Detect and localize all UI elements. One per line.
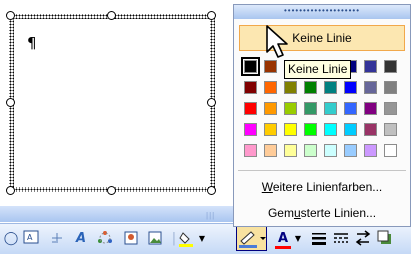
line-color-palette-popup: •••••••••••••••••••• Keine Linie Weitere… [233, 4, 411, 227]
color-swatch[interactable] [264, 81, 277, 94]
clipart-icon[interactable] [122, 230, 140, 248]
popup-drag-handle[interactable]: •••••••••••••••••••• [234, 5, 410, 19]
resize-handle-bottom-middle[interactable] [107, 186, 116, 195]
color-swatch[interactable] [304, 123, 317, 136]
color-swatch[interactable] [241, 57, 260, 76]
more-colors-access-key: W [261, 180, 273, 194]
no-line-button[interactable]: Keine Linie [239, 25, 405, 51]
patterned-label-start: Gem [267, 206, 294, 220]
more-line-colors-item[interactable]: Weitere Linienfarben... [234, 180, 410, 194]
color-swatch[interactable] [344, 144, 357, 157]
color-swatch[interactable] [344, 81, 357, 94]
color-swatch[interactable] [284, 123, 297, 136]
dash-style-icon[interactable] [332, 230, 350, 248]
color-swatch[interactable] [384, 60, 397, 73]
color-swatch[interactable] [344, 102, 357, 115]
mouse-pointer-icon [266, 25, 288, 58]
color-swatch[interactable] [384, 144, 397, 157]
resize-handle-middle-left[interactable] [6, 98, 15, 107]
color-swatch[interactable] [304, 102, 317, 115]
fill-color-icon[interactable] [178, 230, 196, 248]
color-swatch[interactable] [324, 123, 337, 136]
color-swatch[interactable] [384, 81, 397, 94]
menu-separator [238, 170, 406, 171]
color-swatch[interactable] [384, 102, 397, 115]
color-swatch[interactable] [244, 102, 257, 115]
resize-handle-bottom-right[interactable] [207, 186, 216, 195]
arrow-style-icon[interactable] [354, 230, 372, 248]
color-swatch[interactable] [364, 102, 377, 115]
drawing-toolbar: ◯ A A | ▼ A ▼ [0, 223, 411, 254]
resize-handle-middle-right[interactable] [207, 98, 216, 107]
color-swatch[interactable] [384, 123, 397, 136]
textbox-frame[interactable] [14, 19, 210, 187]
color-swatch[interactable] [244, 123, 257, 136]
color-swatch[interactable] [264, 60, 277, 73]
tooltip: Keine Linie [284, 60, 352, 79]
color-swatch[interactable] [244, 144, 257, 157]
color-swatch[interactable] [324, 144, 337, 157]
resize-handle-bottom-left[interactable] [6, 186, 15, 195]
color-swatch[interactable] [304, 81, 317, 94]
color-swatch[interactable] [364, 144, 377, 157]
patterned-label-end: sterte Linien... [300, 206, 377, 220]
resize-handle-top-left[interactable] [6, 11, 15, 20]
color-swatch[interactable] [304, 144, 317, 157]
horizontal-scrollbar[interactable]: ||| [0, 206, 236, 222]
color-swatch[interactable] [284, 144, 297, 157]
color-swatch[interactable] [284, 81, 297, 94]
color-swatch[interactable] [244, 81, 257, 94]
color-swatch[interactable] [264, 144, 277, 157]
color-swatch[interactable] [264, 123, 277, 136]
color-swatch[interactable] [364, 60, 377, 73]
font-color-dropdown-icon[interactable]: ▼ [293, 230, 303, 248]
resize-handle-top-middle[interactable] [107, 11, 116, 20]
textbox-icon[interactable]: A [22, 230, 40, 248]
font-color-icon[interactable]: A [274, 230, 292, 249]
color-swatch[interactable] [344, 123, 357, 136]
resize-handle-top-right[interactable] [207, 11, 216, 20]
color-swatch[interactable] [364, 123, 377, 136]
svg-text:A: A [27, 233, 33, 242]
line-style-icon[interactable] [310, 230, 328, 248]
picture-icon[interactable] [146, 230, 164, 248]
fill-color-dropdown-icon[interactable]: ▼ [197, 230, 207, 248]
patterned-lines-item[interactable]: Gemusterte Linien... [234, 206, 410, 220]
color-swatch[interactable] [364, 81, 377, 94]
diagram-icon[interactable] [96, 230, 114, 248]
line-color-button[interactable] [236, 225, 267, 251]
color-swatch[interactable] [284, 102, 297, 115]
vertical-textbox-icon[interactable] [48, 230, 66, 248]
patterned-access-key: u [293, 206, 301, 220]
oval-icon[interactable]: ◯ [2, 230, 20, 248]
paragraph-mark: ¶ [27, 34, 37, 52]
color-swatch[interactable] [264, 102, 277, 115]
scrollbar-grip[interactable]: ||| [206, 211, 215, 220]
more-colors-label-rest: eitere Linienfarben... [272, 180, 383, 194]
shadow-style-icon[interactable] [376, 230, 394, 248]
color-swatch[interactable] [324, 102, 337, 115]
wordart-icon[interactable]: A [72, 230, 90, 248]
color-swatch[interactable] [324, 81, 337, 94]
